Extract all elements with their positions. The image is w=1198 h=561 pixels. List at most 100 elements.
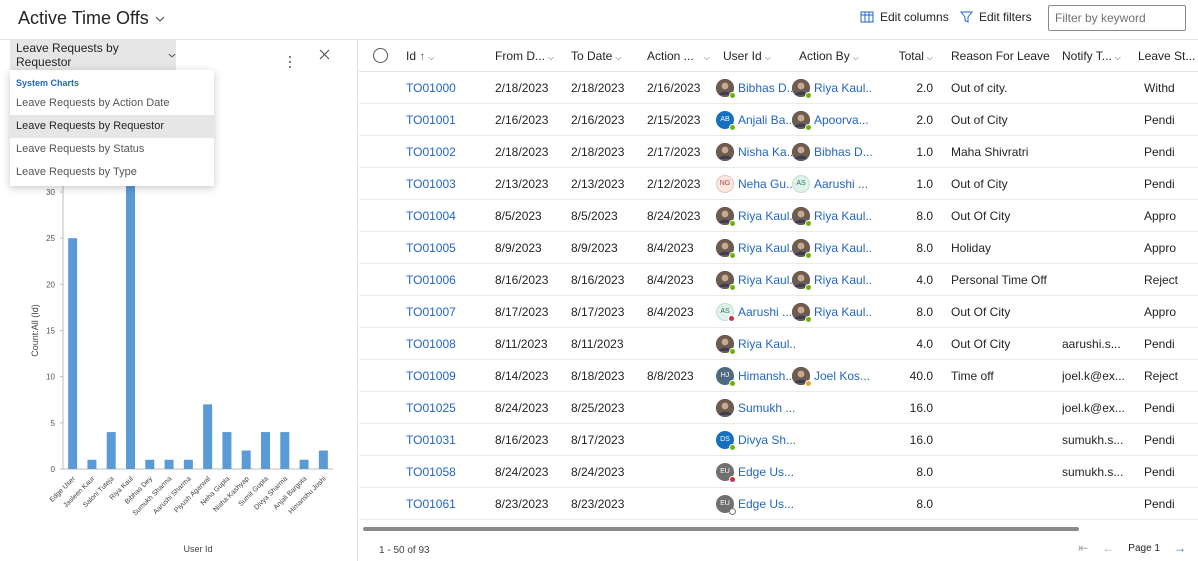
table-row[interactable]: TO01003 2/13/2023 2/13/2023 2/12/2023 NG Neha…	[359, 168, 1198, 200]
cell-by[interactable]: Apoorva...	[792, 104, 872, 136]
cell-user[interactable]: HJ Himansh...	[716, 360, 796, 392]
table-row[interactable]: TO01061 8/23/2023 8/23/2023 EU Edge Us... 8.0…	[359, 488, 1198, 520]
person-name-link[interactable]: Divya Sh...	[738, 424, 796, 456]
cell-user[interactable]: Riya Kaul...	[716, 328, 796, 360]
table-row[interactable]: TO01002 2/18/2023 2/18/2023 2/17/2023 Nisha …	[359, 136, 1198, 168]
table-row[interactable]: TO01031 8/16/2023 8/17/2023 DS Divya Sh... 16…	[359, 424, 1198, 456]
dropdown-option[interactable]: Leave Requests by Type	[10, 161, 214, 184]
cell-id[interactable]: TO01008	[406, 328, 491, 360]
cell-by[interactable]	[792, 328, 872, 360]
horizontal-scrollbar[interactable]	[363, 527, 1079, 531]
person-name-link[interactable]: Riya Kaul...	[814, 232, 872, 264]
cell-by[interactable]: Joel Kos...	[792, 360, 872, 392]
table-row[interactable]: TO01004 8/5/2023 8/5/2023 8/24/2023 Riya Kau…	[359, 200, 1198, 232]
column-header-action-by[interactable]: Action By ⌵	[799, 40, 879, 72]
cell-user[interactable]: DS Divya Sh...	[716, 424, 796, 456]
first-page-icon[interactable]: ⇤	[1078, 541, 1088, 555]
cell-by[interactable]: AS Aarushi ...	[792, 168, 872, 200]
table-row[interactable]: TO01005 8/9/2023 8/9/2023 8/4/2023 Riya Kaul…	[359, 232, 1198, 264]
cell-id[interactable]: TO01058	[406, 456, 491, 488]
person-name-link[interactable]: Anjali Ba...	[738, 104, 795, 136]
person-name-link[interactable]: Riya Kaul...	[738, 328, 796, 360]
column-header-id[interactable]: Id ↑ ⌵	[406, 40, 486, 72]
more-options-icon[interactable]	[288, 55, 292, 69]
person-name-link[interactable]: Riya Kaul...	[814, 264, 872, 296]
column-header-total[interactable]: Total ⌵	[879, 40, 933, 72]
person-name-link[interactable]: Apoorva...	[814, 104, 869, 136]
cell-user[interactable]: Bibhas D...	[716, 72, 796, 104]
previous-page-icon[interactable]: ←	[1102, 541, 1114, 555]
cell-id[interactable]: TO01001	[406, 104, 491, 136]
person-name-link[interactable]: Joel Kos...	[814, 360, 870, 392]
cell-by[interactable]	[792, 456, 872, 488]
person-name-link[interactable]: Riya Kaul...	[738, 264, 796, 296]
person-name-link[interactable]: Aarushi ...	[814, 168, 868, 200]
cell-user[interactable]: EU Edge Us...	[716, 456, 796, 488]
table-row[interactable]: TO01001 2/16/2023 2/16/2023 2/15/2023 AB Anja…	[359, 104, 1198, 136]
person-name-link[interactable]: Riya Kaul...	[814, 72, 872, 104]
cell-user[interactable]: AS Aarushi ...	[716, 296, 796, 328]
person-name-link[interactable]: Nisha Ka...	[738, 136, 796, 168]
person-name-link[interactable]: Edge Us...	[738, 488, 794, 520]
column-header-leave-status[interactable]: Leave St...	[1138, 40, 1198, 72]
cell-by[interactable]: Riya Kaul...	[792, 264, 872, 296]
select-all-radio[interactable]	[373, 48, 388, 63]
person-name-link[interactable]: Sumukh ...	[738, 392, 795, 424]
column-header-to-date[interactable]: To Date ⌵	[571, 40, 641, 72]
person-name-link[interactable]: Bibhas D...	[738, 72, 796, 104]
edit-filters-button[interactable]: Edit filters	[960, 10, 1032, 24]
close-icon[interactable]	[319, 49, 330, 60]
table-row[interactable]: TO01025 8/24/2023 8/25/2023 Sumukh ... 16.0 j…	[359, 392, 1198, 424]
cell-id[interactable]: TO01031	[406, 424, 491, 456]
person-name-link[interactable]: Edge Us...	[738, 456, 794, 488]
cell-by[interactable]: Riya Kaul...	[792, 72, 872, 104]
cell-user[interactable]: Riya Kaul...	[716, 264, 796, 296]
cell-id[interactable]: TO01009	[406, 360, 491, 392]
view-selector[interactable]: Active Time Offs	[18, 8, 165, 29]
person-name-link[interactable]: Riya Kaul...	[738, 200, 796, 232]
column-header-action-date[interactable]: Action ... ⌵	[647, 40, 717, 72]
cell-id[interactable]: TO01000	[406, 72, 491, 104]
cell-id[interactable]: TO01006	[406, 264, 491, 296]
cell-user[interactable]: Riya Kaul...	[716, 232, 796, 264]
table-row[interactable]: TO01006 8/16/2023 8/16/2023 8/4/2023 Riya Ka…	[359, 264, 1198, 296]
column-header-notify[interactable]: Notify T... ⌵	[1062, 40, 1132, 72]
cell-id[interactable]: TO01007	[406, 296, 491, 328]
table-row[interactable]: TO01007 8/17/2023 8/17/2023 8/4/2023 AS Aarus…	[359, 296, 1198, 328]
cell-user[interactable]: EU Edge Us...	[716, 488, 796, 520]
dropdown-option-selected[interactable]: Leave Requests by Requestor	[10, 115, 214, 138]
cell-id[interactable]: TO01004	[406, 200, 491, 232]
cell-by[interactable]: Riya Kaul...	[792, 200, 872, 232]
column-header-reason[interactable]: Reason For Leave⌵	[951, 40, 1051, 72]
table-row[interactable]: TO01008 8/11/2023 8/11/2023 Riya Kaul... 4.0…	[359, 328, 1198, 360]
person-name-link[interactable]: Bibhas D...	[814, 136, 872, 168]
cell-id[interactable]: TO01003	[406, 168, 491, 200]
column-header-user-id[interactable]: User Id ⌵	[723, 40, 793, 72]
column-header-from-date[interactable]: From D... ⌵	[495, 40, 565, 72]
cell-by[interactable]	[792, 488, 872, 520]
person-name-link[interactable]: Neha Gu...	[738, 168, 796, 200]
person-name-link[interactable]: Aarushi ...	[738, 296, 792, 328]
filter-keyword-input[interactable]	[1048, 5, 1186, 31]
dropdown-option[interactable]: Leave Requests by Status	[10, 138, 214, 161]
cell-id[interactable]: TO01005	[406, 232, 491, 264]
table-row[interactable]: TO01009 8/14/2023 8/18/2023 8/8/2023 HJ Himan…	[359, 360, 1198, 392]
person-name-link[interactable]: Riya Kaul...	[814, 200, 872, 232]
cell-user[interactable]: Riya Kaul...	[716, 200, 796, 232]
table-row[interactable]: TO01058 8/24/2023 8/24/2023 EU Edge Us... 8.0…	[359, 456, 1198, 488]
person-name-link[interactable]: Riya Kaul...	[814, 296, 872, 328]
cell-id[interactable]: TO01061	[406, 488, 491, 520]
person-name-link[interactable]: Riya Kaul...	[738, 232, 796, 264]
person-name-link[interactable]: Himansh...	[738, 360, 795, 392]
chart-selector[interactable]: Leave Requests by Requestor	[10, 40, 176, 70]
cell-by[interactable]: Riya Kaul...	[792, 296, 872, 328]
table-row[interactable]: TO01000 2/18/2023 2/18/2023 2/16/2023 Bibhas…	[359, 72, 1198, 104]
cell-user[interactable]: Nisha Ka...	[716, 136, 796, 168]
next-page-icon[interactable]: →	[1174, 541, 1186, 555]
cell-id[interactable]: TO01002	[406, 136, 491, 168]
dropdown-option[interactable]: Leave Requests by Action Date	[10, 92, 214, 115]
edit-columns-button[interactable]: Edit columns	[860, 10, 949, 24]
cell-user[interactable]: NG Neha Gu...	[716, 168, 796, 200]
cell-by[interactable]	[792, 424, 872, 456]
cell-user[interactable]: AB Anjali Ba...	[716, 104, 796, 136]
